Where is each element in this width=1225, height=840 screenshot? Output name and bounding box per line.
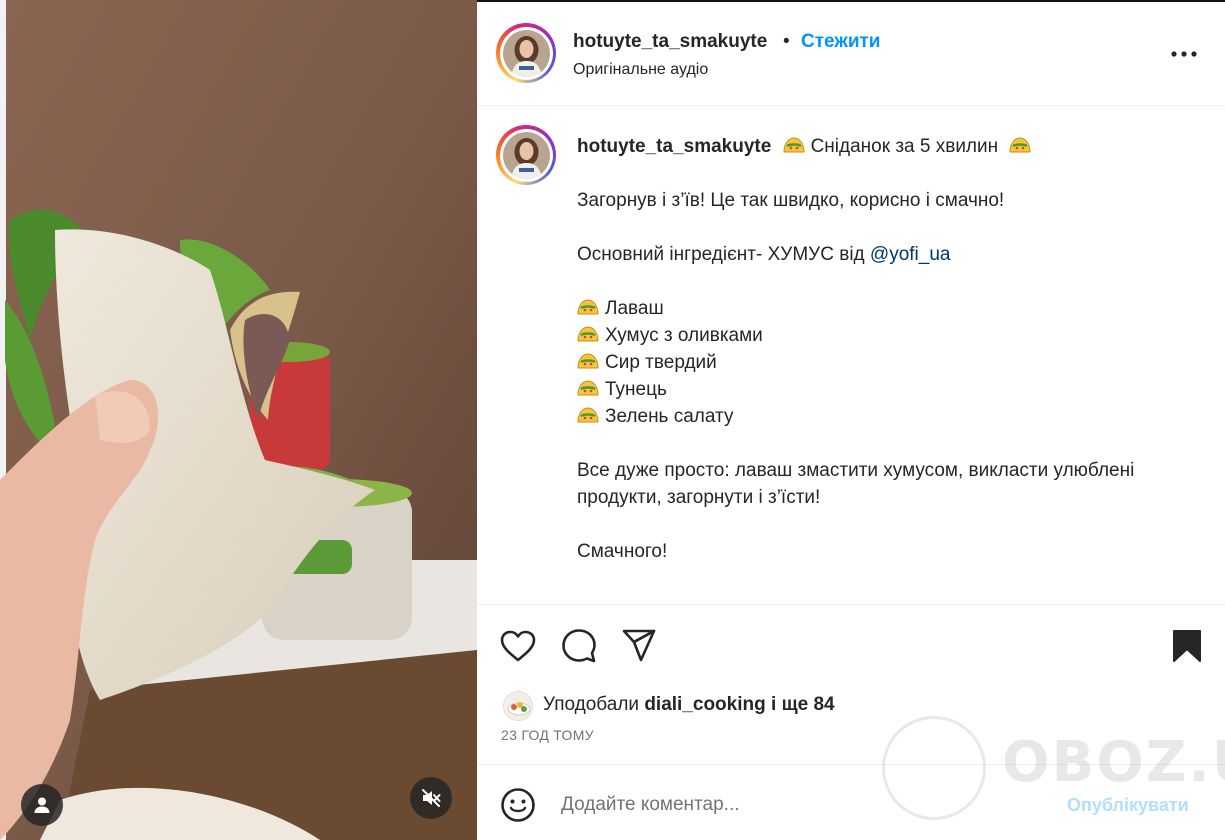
comment-button[interactable] — [559, 626, 599, 666]
ingredient-label: Сир твердий — [605, 352, 717, 373]
mute-button[interactable] — [410, 777, 452, 819]
emoji-icon — [501, 788, 535, 822]
taco-emoji-icon — [577, 299, 599, 315]
taco-emoji-icon — [577, 380, 599, 396]
comment-bar: Опублікувати — [477, 764, 1225, 840]
user-tag-icon — [34, 797, 50, 813]
mute-icon — [422, 789, 441, 807]
caption-line-3: Все дуже просто: лаваш змастити хумусом,… — [577, 460, 1135, 508]
comment-input[interactable] — [561, 789, 1031, 821]
more-icon — [1171, 51, 1197, 57]
user-tag-button[interactable] — [21, 784, 63, 826]
heart-icon — [500, 630, 536, 662]
audio-label[interactable]: Оригінальне аудіо — [573, 61, 708, 79]
comment-icon — [562, 629, 596, 663]
avatar[interactable] — [496, 23, 556, 83]
ingredient-label: Лаваш — [605, 298, 664, 319]
food-photo — [0, 0, 477, 840]
ingredient-item: Хумус з оливками — [577, 322, 1197, 349]
taco-emoji-icon — [577, 326, 599, 342]
post-media[interactable] — [0, 0, 477, 840]
caption-username[interactable]: hotuyte_ta_smakuyte — [577, 136, 771, 157]
taco-emoji-icon — [577, 407, 599, 423]
more-options-button[interactable] — [1167, 42, 1201, 66]
bookmark-icon — [1173, 630, 1201, 662]
caption-avatar[interactable] — [496, 125, 556, 185]
ingredient-label: Тунець — [605, 379, 667, 400]
like-button[interactable] — [498, 626, 538, 666]
caption-line-2: Основний інгредієнт- ХУМУС від — [577, 244, 870, 265]
caption-section: hotuyte_ta_smakuyte Сніданок за 5 хвилин… — [477, 107, 1225, 605]
likes-text[interactable]: Уподобали diali_cooking і ще 84 — [543, 694, 835, 716]
separator-dot: • — [783, 31, 790, 52]
likes-count[interactable]: і ще 84 — [766, 694, 835, 715]
header-username[interactable]: hotuyte_ta_smakuyte — [573, 31, 767, 53]
taco-emoji-icon — [1009, 137, 1031, 153]
likes-row: Уподобали diali_cooking і ще 84 — [477, 688, 1225, 728]
liker-username[interactable]: diali_cooking — [644, 694, 765, 715]
caption-text: hotuyte_ta_smakuyte Сніданок за 5 хвилин… — [577, 133, 1197, 565]
ingredient-label: Зелень салату — [605, 406, 734, 427]
action-bar — [477, 606, 1225, 684]
caption-line-1: Загорнув і з’їв! Це так швидко, корисно … — [577, 190, 1005, 211]
ingredient-item: Тунець — [577, 376, 1197, 403]
post-header: hotuyte_ta_smakuyte • Стежити Оригінальн… — [477, 2, 1225, 106]
caption-line-4: Смачного! — [577, 541, 668, 562]
emoji-button[interactable] — [500, 787, 536, 823]
post-panel: hotuyte_ta_smakuyte • Стежити Оригінальн… — [477, 0, 1225, 840]
taco-emoji-icon — [577, 353, 599, 369]
ingredient-item: Лаваш — [577, 295, 1197, 322]
taco-emoji-icon — [783, 137, 805, 153]
publish-button[interactable]: Опублікувати — [1067, 795, 1189, 816]
ingredient-item: Зелень салату — [577, 403, 1197, 430]
save-button[interactable] — [1167, 626, 1207, 666]
share-icon — [622, 629, 656, 662]
share-button[interactable] — [619, 626, 659, 666]
ingredient-list: Лаваш Хумус з оливками Сир твердий Тунець Зе… — [577, 295, 1197, 430]
mention-link[interactable]: @yofi_ua — [870, 244, 951, 265]
liker-avatar-image — [504, 692, 532, 720]
post-time[interactable]: 23 ГОД ТОМУ — [501, 727, 594, 743]
ingredient-label: Хумус з оливками — [605, 325, 763, 346]
caption-title: Сніданок за 5 хвилин — [810, 136, 999, 157]
liker-avatar[interactable] — [503, 691, 533, 721]
follow-button[interactable]: Стежити — [801, 31, 880, 53]
ingredient-item: Сир твердий — [577, 349, 1197, 376]
caption-avatar-image — [502, 131, 550, 179]
avatar-image — [502, 29, 550, 77]
